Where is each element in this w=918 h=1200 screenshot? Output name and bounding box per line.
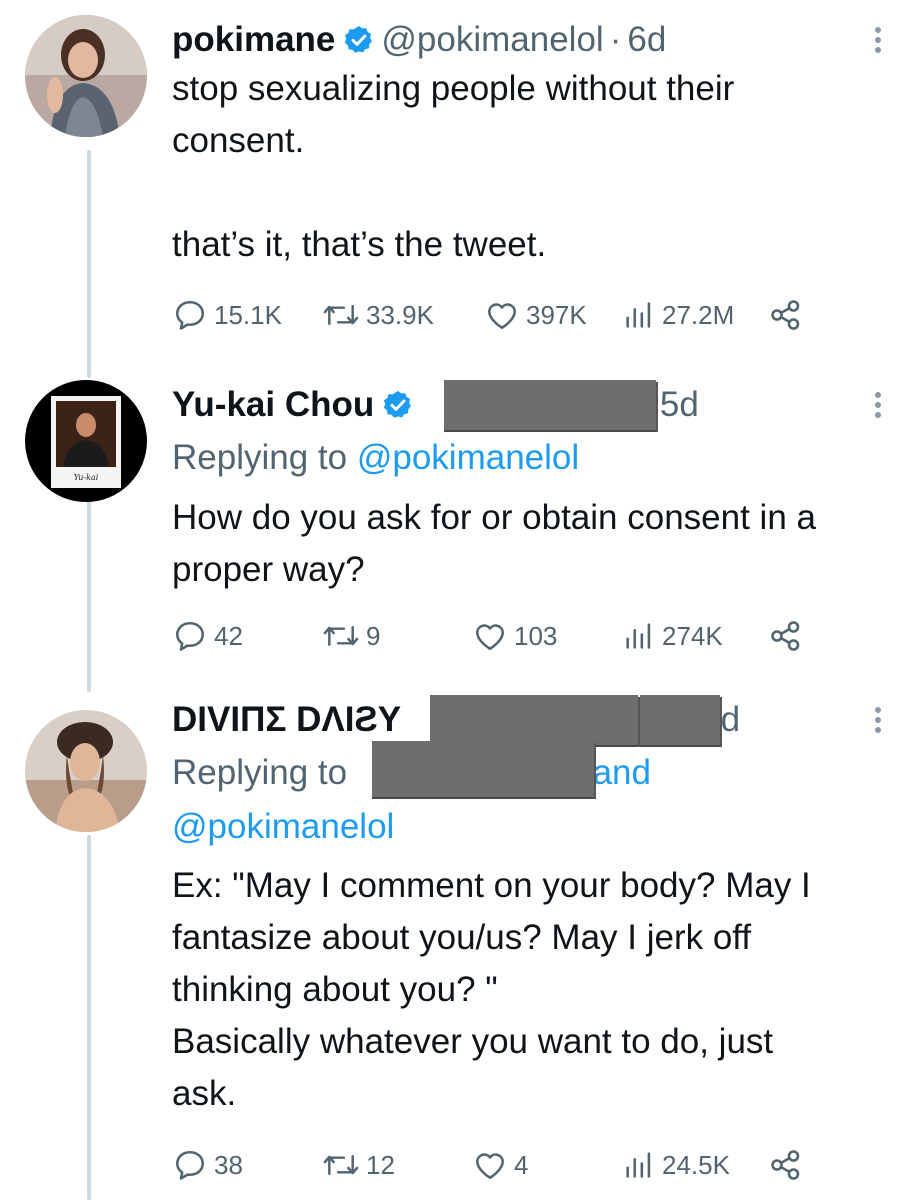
reply-icon <box>175 300 205 330</box>
retweet-button[interactable]: 33.9K <box>322 293 434 337</box>
redaction-box <box>372 741 594 797</box>
reply-button[interactable]: 38 <box>172 1143 243 1187</box>
tweet-text: stop sexualizing people without their co… <box>172 69 735 264</box>
replying-to-label: Replying to <box>172 753 348 792</box>
redaction-box <box>430 695 638 745</box>
thread-line <box>87 492 91 692</box>
like-count: 4 <box>514 1149 529 1180</box>
replying-to: Replying to @pokimanelol <box>172 438 579 478</box>
display-name[interactable]: Yu-kai Chou <box>172 385 374 425</box>
replying-to-handle[interactable]: @pokimanelol <box>172 807 394 846</box>
like-icon <box>475 624 505 651</box>
replying-to-label: Replying to <box>172 438 348 477</box>
avatar[interactable] <box>25 710 147 832</box>
display-name[interactable]: DIVIΠΣ DΛIƧY <box>172 700 401 740</box>
timestamp[interactable]: 5d <box>660 385 699 425</box>
share-button[interactable] <box>768 1143 810 1187</box>
views-icon <box>626 1152 651 1178</box>
retweet-icon <box>323 625 359 647</box>
like-icon <box>475 1153 505 1180</box>
redaction-box <box>444 380 656 430</box>
action-bar: 42 9 103 274K <box>172 614 812 658</box>
reply-button[interactable]: 42 <box>172 614 243 658</box>
retweet-count: 9 <box>366 620 381 651</box>
views-button[interactable]: 274K <box>622 614 723 658</box>
like-count: 103 <box>514 620 558 651</box>
reply-icon <box>175 1150 205 1180</box>
display-name[interactable]: pokimane <box>172 20 335 60</box>
views-button[interactable]: 27.2M <box>622 293 734 337</box>
views-button[interactable]: 24.5K <box>622 1143 730 1187</box>
retweet-icon <box>323 1154 359 1176</box>
redaction-box <box>640 695 720 745</box>
share-icon <box>771 1150 800 1180</box>
views-count: 274K <box>662 620 723 651</box>
retweet-button[interactable]: 9 <box>322 614 380 658</box>
avatar[interactable] <box>25 15 147 137</box>
verified-badge-icon <box>382 389 414 421</box>
share-button[interactable] <box>768 614 810 658</box>
like-icon <box>487 303 517 330</box>
retweet-count: 33.9K <box>366 299 434 330</box>
action-bar: 38 12 4 24.5K <box>172 1143 812 1187</box>
replying-to-handle[interactable]: @pokimanelol <box>357 438 579 477</box>
separator-dot: · <box>609 20 622 59</box>
tweet-text: How do you ask for or obtain consent in … <box>172 498 816 589</box>
like-button[interactable]: 397K <box>484 293 587 337</box>
reply-icon <box>175 621 205 651</box>
share-icon <box>771 300 800 330</box>
tweet-header: pokimane @pokimanelol · 6d <box>172 15 666 65</box>
share-icon <box>771 621 800 651</box>
views-icon <box>626 302 651 328</box>
replying-to-and: and <box>592 753 651 792</box>
thread-line <box>87 150 91 378</box>
retweet-count: 12 <box>366 1149 395 1180</box>
views-icon <box>626 623 651 649</box>
more-options-icon[interactable] <box>868 388 888 428</box>
more-options-icon[interactable] <box>868 23 888 63</box>
timestamp[interactable]: 6d <box>627 20 666 60</box>
thread-line <box>87 835 91 1200</box>
reply-count: 38 <box>214 1149 243 1180</box>
views-count: 24.5K <box>662 1149 730 1180</box>
like-button[interactable]: 4 <box>472 1143 528 1187</box>
action-bar: 15.1K 33.9K 397K 27.2M <box>172 293 812 337</box>
avatar-caption: Yu-kai <box>74 473 99 482</box>
share-button[interactable] <box>768 293 810 337</box>
reply-count: 42 <box>214 620 243 651</box>
verified-badge-icon <box>343 24 375 56</box>
tweet-text: Ex: "May I comment on your body? May I f… <box>172 866 811 1113</box>
reply-button[interactable]: 15.1K <box>172 293 282 337</box>
like-count: 397K <box>526 299 587 330</box>
retweet-button[interactable]: 12 <box>322 1143 395 1187</box>
retweet-icon <box>323 304 359 326</box>
views-count: 27.2M <box>662 299 735 330</box>
reply-count: 15.1K <box>214 299 282 330</box>
handle[interactable]: @pokimanelol <box>381 20 603 60</box>
more-options-icon[interactable] <box>868 703 888 743</box>
avatar[interactable]: Yu-kai <box>25 380 147 502</box>
like-button[interactable]: 103 <box>472 614 557 658</box>
replying-to-second-line: @pokimanelol <box>172 807 394 847</box>
